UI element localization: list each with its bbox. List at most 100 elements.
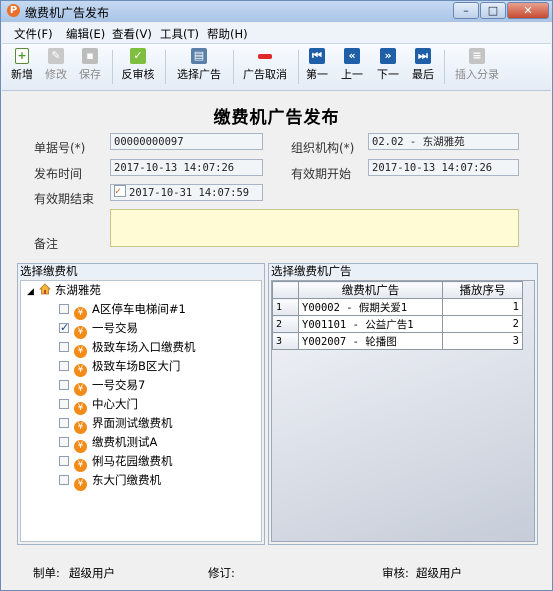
machine-checkbox[interactable] [59, 437, 69, 447]
machine-checkbox[interactable] [59, 475, 69, 485]
cancel-ad-label: 广告取消 [243, 68, 287, 81]
menu-view[interactable]: 查看(V) [112, 26, 152, 42]
toolbar: + 新增 ✎ 修改 ▪ 保存 ✓ 反审核 ▤ 选择广告 广告取消 ⏮ 第一 « … [2, 44, 551, 91]
table-row[interactable]: 2 Y001101 - 公益广告1 2 [272, 315, 523, 333]
order-cell[interactable]: 2 [442, 315, 523, 333]
machine-checkbox[interactable] [59, 304, 69, 314]
toolbar-separator [112, 50, 113, 84]
machine-tree-item[interactable]: ¥ 缴费机测试A [59, 434, 157, 453]
last-label: 最后 [412, 68, 434, 81]
edit-button[interactable]: ✎ 修改 [41, 46, 71, 88]
last-record-button[interactable]: ⏭ 最后 [408, 46, 438, 88]
machine-checkbox[interactable] [59, 399, 69, 409]
row-number: 3 [272, 332, 299, 350]
revise-label: 修订: [208, 566, 235, 580]
valid-end-label: 有效期结束 [34, 192, 95, 206]
next-icon: » [380, 48, 396, 64]
title-bar[interactable]: P 缴费机广告发布 – □ ✕ [1, 1, 552, 22]
new-button[interactable]: + 新增 [7, 46, 37, 88]
machine-tree-item[interactable]: ¥ 极致车场B区大门 [59, 358, 180, 377]
machine-tree-item[interactable]: ¥ 一号交易 [59, 320, 138, 339]
auditor-value: 超级用户 [416, 566, 462, 580]
unaudit-button[interactable]: ✓ 反审核 [117, 46, 159, 88]
maker-label: 制单: [33, 566, 60, 580]
yen-coin-icon: ¥ [74, 478, 87, 491]
row-number: 2 [272, 315, 299, 333]
collapse-arrow-icon[interactable]: ◢ [27, 287, 34, 297]
toolbar-separator [165, 50, 166, 84]
menu-help[interactable]: 帮助(H) [207, 26, 248, 42]
edit-icon: ✎ [48, 48, 64, 64]
ad-column-header[interactable]: 缴费机广告 [298, 281, 443, 299]
app-window: P 缴费机广告发布 – □ ✕ 文件(F) 编辑(E) 查看(V) 工具(T) … [0, 0, 553, 591]
valid-end-field[interactable]: 2017-10-31 14:07:59 [110, 183, 263, 201]
yen-coin-icon: ¥ [74, 345, 87, 358]
last-icon: ⏭ [415, 48, 431, 64]
save-button[interactable]: ▪ 保存 [75, 46, 105, 88]
app-icon: P [7, 4, 20, 17]
document-form: 缴费机广告发布 单据号(*) 00000000097 组织机构(*) 02.02… [2, 91, 551, 257]
new-label: 新增 [11, 68, 33, 81]
table-row[interactable]: 3 Y002007 - 轮播图 3 [272, 332, 523, 350]
machine-tree-item[interactable]: ¥ 东大门缴费机 [59, 472, 161, 491]
select-ad-button[interactable]: ▤ 选择广告 [170, 46, 228, 88]
insert-split-button[interactable]: ≡ 插入分录 [449, 46, 505, 88]
prev-icon: « [344, 48, 360, 64]
first-label: 第一 [306, 68, 328, 81]
ad-cell[interactable]: Y002007 - 轮播图 [298, 332, 443, 350]
row-number-header [272, 281, 299, 299]
machine-tree-item[interactable]: ¥ 一号交易7 [59, 377, 145, 396]
window-title: 缴费机广告发布 [25, 6, 110, 20]
ad-cell[interactable]: Y001101 - 公益广告1 [298, 315, 443, 333]
remark-input[interactable] [110, 209, 519, 247]
yen-coin-icon: ¥ [74, 421, 87, 434]
machine-tree-item[interactable]: ¥ 极致车场入口缴费机 [59, 339, 196, 358]
ad-panel: 选择缴费机广告 缴费机广告 播放序号 1 Y00002 - 假期关爱1 1 2 Y001… [268, 263, 538, 545]
new-doc-icon: + [15, 48, 29, 64]
minus-icon [258, 54, 272, 59]
order-cell[interactable]: 1 [442, 298, 523, 316]
menu-file[interactable]: 文件(F) [14, 26, 53, 42]
publish-time-label: 发布时间 [34, 167, 83, 181]
doc-no-field[interactable]: 00000000097 [110, 133, 263, 150]
yen-coin-icon: ¥ [74, 440, 87, 453]
org-field[interactable]: 02.02 - 东湖雅苑 [368, 133, 519, 150]
toolbar-separator [298, 50, 299, 84]
next-label: 下一 [377, 68, 399, 81]
machine-tree-item[interactable]: ¥ 界面测试缴费机 [59, 415, 173, 434]
prev-label: 上一 [341, 68, 363, 81]
publish-time-field[interactable]: 2017-10-13 14:07:26 [110, 159, 263, 176]
machine-item-label: 中心大门 [92, 397, 138, 411]
machine-checkbox[interactable] [59, 342, 69, 352]
machine-checkbox[interactable] [59, 320, 69, 336]
machine-item-label: 极致车场入口缴费机 [92, 340, 196, 354]
close-button[interactable]: ✕ [507, 2, 549, 19]
machine-checkbox[interactable] [59, 456, 69, 466]
order-column-header[interactable]: 播放序号 [442, 281, 523, 299]
machine-checkbox[interactable] [59, 418, 69, 428]
minimize-button[interactable]: – [453, 2, 479, 19]
machine-tree-item[interactable]: ¥ 俐马花园缴费机 [59, 453, 173, 472]
table-row[interactable]: 1 Y00002 - 假期关爱1 1 [272, 298, 523, 316]
first-record-button[interactable]: ⏮ 第一 [302, 46, 332, 88]
cancel-ad-button[interactable]: 广告取消 [236, 46, 294, 88]
tree-root[interactable]: ◢ 东湖雅苑 [27, 282, 101, 298]
menu-edit[interactable]: 编辑(E) [66, 26, 105, 42]
machine-item-label: 界面测试缴费机 [92, 416, 173, 430]
machine-tree-item[interactable]: ¥ 中心大门 [59, 396, 138, 415]
machine-tree-item[interactable]: ¥ A区停车电梯间#1 [59, 301, 186, 320]
valid-end-checkbox[interactable] [114, 183, 126, 200]
toolbar-separator [233, 50, 234, 84]
prev-record-button[interactable]: « 上一 [337, 46, 367, 88]
menu-tools[interactable]: 工具(T) [160, 26, 199, 42]
select-ad-label: 选择广告 [177, 68, 221, 81]
order-cell[interactable]: 3 [442, 332, 523, 350]
maximize-button[interactable]: □ [480, 2, 506, 19]
valid-end-value: 2017-10-31 14:07:59 [129, 187, 250, 199]
machine-checkbox[interactable] [59, 380, 69, 390]
next-record-button[interactable]: » 下一 [373, 46, 403, 88]
ad-cell[interactable]: Y00002 - 假期关爱1 [298, 298, 443, 316]
machine-checkbox[interactable] [59, 361, 69, 371]
yen-coin-icon: ¥ [74, 383, 87, 396]
valid-start-field[interactable]: 2017-10-13 14:07:26 [368, 159, 519, 176]
